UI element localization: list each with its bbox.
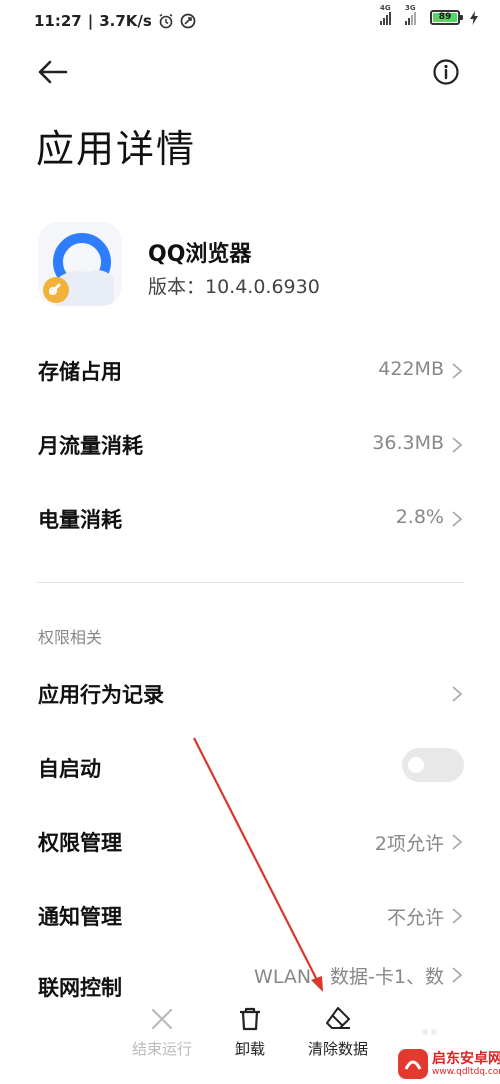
divider — [36, 582, 464, 583]
status-time: 11:27 — [34, 12, 82, 30]
row-network-control-label: 联网控制 — [38, 976, 122, 1000]
more-icon[interactable] — [420, 1026, 440, 1038]
row-battery-value: 2.8% — [395, 506, 444, 528]
battery-icon: 89 — [430, 10, 463, 25]
row-notification-label: 通知管理 — [38, 905, 122, 929]
page-title: 应用详情 — [36, 127, 197, 171]
row-storage-value: 422MB — [378, 358, 444, 380]
trash-icon — [240, 1007, 260, 1031]
chevron-right-icon — [452, 908, 463, 924]
stop-button[interactable]: 结束运行 — [117, 1006, 207, 1059]
status-separator: | — [87, 12, 94, 30]
eraser-icon — [326, 1007, 350, 1029]
chevron-right-icon — [452, 363, 463, 379]
battery-level: 89 — [433, 13, 457, 22]
watermark-name: 启东安卓网 — [432, 1050, 500, 1067]
uninstall-button[interactable]: 卸载 — [205, 1006, 295, 1059]
info-icon[interactable] — [432, 58, 460, 86]
network-speed: 3.7K/s — [99, 12, 152, 30]
row-notification-value: 不允许 — [386, 907, 444, 929]
signal-icon-sim1: 4G — [380, 4, 391, 25]
status-left: 11:27 | 3.7K/s — [34, 12, 196, 30]
row-permission-manage-label: 权限管理 — [38, 831, 122, 855]
section-label-permissions: 权限相关 — [38, 628, 103, 647]
app-icon — [38, 222, 122, 306]
chevron-right-icon — [452, 437, 463, 453]
app-name: QQ浏览器 — [148, 242, 252, 267]
status-bar: 11:27 | 3.7K/s 4G 3G 89 — [0, 0, 500, 44]
row-permission-manage[interactable]: 权限管理 2项允许 — [0, 811, 500, 871]
status-right: 4G 3G 89 — [380, 4, 478, 25]
row-traffic[interactable]: 月流量消耗 36.3MB — [0, 414, 500, 474]
chevron-right-icon — [452, 511, 463, 527]
row-app-behavior-label: 应用行为记录 — [38, 683, 164, 707]
row-autostart-label: 自启动 — [38, 757, 101, 781]
row-traffic-value: 36.3MB — [372, 432, 444, 454]
alarm-icon — [159, 13, 173, 29]
row-battery[interactable]: 电量消耗 2.8% — [0, 488, 500, 548]
clear-data-button-label: 清除数据 — [307, 1040, 368, 1058]
chevron-right-icon — [452, 834, 463, 850]
row-app-behavior[interactable]: 应用行为记录 — [0, 663, 500, 723]
row-network-control[interactable]: 联网控制 WLAN、数据-卡1、数 — [0, 958, 500, 1000]
row-storage[interactable]: 存储占用 422MB — [0, 340, 500, 400]
close-icon — [151, 1008, 173, 1030]
autostart-toggle[interactable] — [402, 748, 464, 782]
row-permission-manage-value: 2项允许 — [374, 833, 444, 855]
clear-data-button[interactable]: 清除数据 — [293, 1006, 383, 1059]
vpn-icon — [180, 13, 196, 29]
signal-label-sim1: 4G — [380, 3, 391, 12]
row-traffic-label: 月流量消耗 — [38, 434, 143, 458]
back-arrow-icon[interactable] — [36, 56, 70, 88]
chevron-right-icon — [452, 686, 463, 702]
toggle-knob — [408, 757, 424, 773]
chevron-right-icon — [452, 967, 463, 983]
app-version: 版本：10.4.0.6930 — [148, 276, 320, 298]
watermark-logo — [398, 1049, 428, 1079]
row-notification[interactable]: 通知管理 不允许 — [0, 885, 500, 945]
watermark-url: www.qdltdq.com — [432, 1066, 500, 1077]
watermark: 启东安卓网 www.qdltdq.com — [398, 1046, 500, 1082]
signal-label-sim2: 3G — [405, 3, 416, 12]
charging-icon — [470, 10, 478, 25]
row-battery-label: 电量消耗 — [38, 508, 122, 532]
uninstall-button-label: 卸载 — [234, 1040, 265, 1058]
row-network-control-value: WLAN、数据-卡1、数 — [254, 966, 444, 988]
qq-browser-logo-icon — [43, 233, 114, 306]
row-storage-label: 存储占用 — [38, 360, 122, 384]
stop-button-label: 结束运行 — [131, 1040, 192, 1058]
signal-icon-sim2: 3G — [405, 4, 416, 25]
